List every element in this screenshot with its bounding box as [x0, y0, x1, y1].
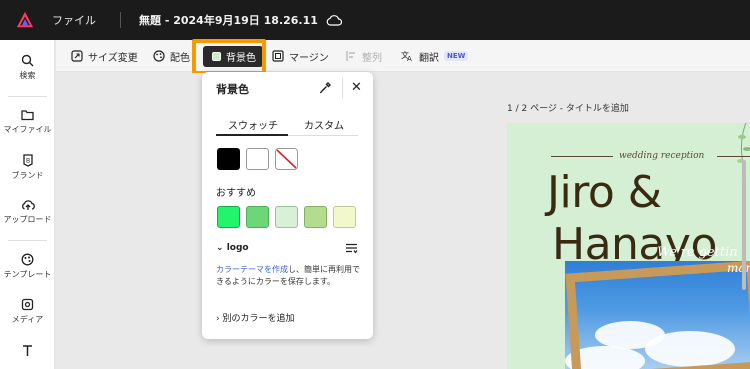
swatch-recommended-4[interactable] [304, 206, 327, 228]
swatch-none[interactable] [275, 148, 298, 170]
photo-frame [565, 261, 750, 369]
rail-text[interactable] [0, 344, 55, 360]
arrange-button[interactable]: 整列 [345, 40, 382, 72]
design-script-line-2[interactable]: mar [727, 261, 750, 275]
resize-icon [71, 50, 83, 62]
recommended-label: おすすめ [216, 188, 256, 199]
svg-text:B: B [25, 158, 29, 165]
rail-label: 検索 [19, 71, 36, 80]
translate-label: 翻訳 [419, 52, 439, 64]
margin-icon [272, 50, 284, 62]
design-photo[interactable] [565, 261, 750, 369]
rail-media[interactable]: メディア [0, 298, 55, 325]
popover-header-divider [342, 78, 343, 98]
rail-search[interactable]: 検索 [0, 54, 55, 81]
context-toolbar: サイズ変更 配色 背景色 マージン 整列 文A 翻訳 NEW [56, 40, 750, 72]
document-title[interactable]: 無題 - 2024年9月19日 18.26.11 [139, 12, 318, 28]
resize-label: サイズ変更 [88, 52, 138, 64]
translate-icon: 文A [401, 50, 412, 62]
svg-text:A: A [407, 55, 412, 62]
search-icon [21, 54, 34, 67]
rail-my-files[interactable]: マイファイル [0, 109, 55, 135]
design-page[interactable]: wedding reception Jiro & Hanayo We're ge… [507, 123, 750, 369]
arrange-label: 整列 [362, 52, 382, 64]
rail-label: アップロード [3, 215, 52, 224]
cloud-sync-icon[interactable] [326, 14, 342, 26]
popover-title: 背景色 [216, 83, 249, 96]
app-logo-icon[interactable] [16, 11, 34, 29]
rail-brand[interactable]: B ブランド [0, 154, 55, 181]
tagline-rule-right [717, 156, 750, 157]
leaf-decoration [737, 123, 750, 183]
topbar-divider [120, 12, 121, 28]
swatch-recommended-5[interactable] [333, 206, 356, 228]
margin-label: マージン [289, 52, 329, 64]
new-badge: NEW [444, 51, 469, 61]
close-icon[interactable]: ✕ [351, 81, 362, 94]
swatch-recommended-2[interactable] [246, 206, 269, 228]
text-icon [23, 345, 32, 356]
theme-note: カラーテーマを作成し、簡単に再利用できるようにカラーを保存します。 [216, 264, 361, 288]
color-scheme-button[interactable]: 配色 [153, 40, 190, 72]
file-menu[interactable]: ファイル [52, 12, 96, 28]
swatch-recommended-3[interactable] [275, 206, 298, 228]
tab-swatches[interactable]: スウォッチ [228, 117, 278, 132]
logo-theme-toggle[interactable]: ⌄ logo [216, 243, 249, 253]
brand-icon: B [22, 154, 33, 167]
swatch-black[interactable] [217, 148, 240, 170]
page-label[interactable]: 1 / 2 ページ - タイトルを追加 [507, 101, 629, 114]
create-theme-link[interactable]: カラーテーマを作成 [216, 265, 288, 274]
rail-label: メディア [11, 315, 44, 324]
rail-label: マイファイル [3, 125, 52, 134]
margin-button[interactable]: マージン [272, 40, 329, 72]
rail-label: テンプレート [3, 270, 52, 279]
chevron-right-icon: › [216, 314, 220, 324]
background-color-popover: 背景色 ✕ スウォッチ カスタム おすすめ ⌄ logo カラーテーマを作成し、… [202, 72, 373, 339]
chevron-down-icon: ⌄ [216, 243, 224, 253]
tab-custom[interactable]: カスタム [304, 117, 344, 132]
design-name-line-1[interactable]: Jiro & [547, 167, 662, 218]
canvas-scrollbar[interactable] [742, 160, 746, 290]
upload-icon [21, 200, 35, 210]
rail-label: ブランド [11, 171, 44, 180]
template-icon [21, 253, 34, 266]
rail-divider [8, 240, 47, 241]
rail-upload[interactable]: アップロード [0, 199, 55, 225]
list-menu-icon[interactable] [345, 243, 358, 254]
rail-templates[interactable]: テンプレート [0, 253, 55, 280]
tagline-rule-left [551, 156, 613, 157]
eyedropper-icon[interactable] [319, 81, 332, 94]
translate-button[interactable]: 文A 翻訳 NEW [401, 40, 469, 72]
top-bar: ファイル 無題 - 2024年9月19日 18.26.11 [0, 0, 750, 40]
resize-button[interactable]: サイズ変更 [71, 40, 138, 72]
highlight-box [192, 39, 266, 75]
align-icon [346, 51, 355, 61]
palette-icon [153, 50, 165, 62]
media-icon [21, 298, 34, 311]
design-tagline[interactable]: wedding reception [619, 151, 704, 161]
swatch-white[interactable] [246, 148, 269, 170]
swatch-recommended-1[interactable] [217, 206, 240, 228]
add-color-label: 別のカラーを追加 [222, 314, 295, 324]
folder-icon [21, 110, 34, 121]
color-scheme-label: 配色 [170, 52, 190, 64]
left-rail: 検索 マイファイル B ブランド アップロード テンプレート メディア [0, 40, 55, 369]
tab-active-indicator [216, 134, 288, 136]
add-color-button[interactable]: › 別のカラーを追加 [216, 311, 295, 324]
design-script-line-1[interactable]: We're gettin [657, 245, 738, 260]
rail-divider [8, 96, 47, 97]
logo-theme-label: logo [226, 243, 249, 253]
